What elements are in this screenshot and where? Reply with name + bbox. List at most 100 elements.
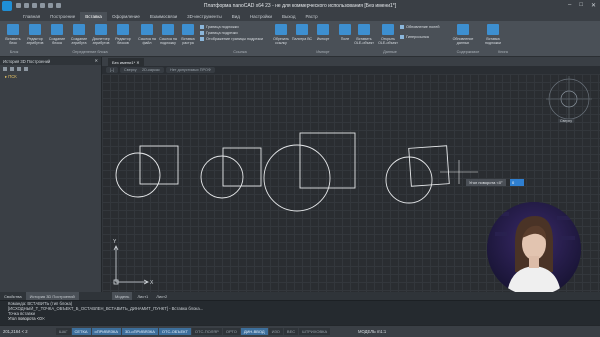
open-ole-button[interactable]: Открыть OLE-объект [377, 24, 399, 48]
axis-y-label: Y [113, 239, 117, 245]
block-editor-button[interactable]: Редактор блоков [112, 24, 134, 48]
tab-build[interactable]: Построение [45, 12, 80, 21]
status-mode-toggle[interactable]: СЕТКА [71, 328, 91, 335]
status-mode-toggle[interactable]: ДИН-ВВОД [240, 328, 268, 335]
window-title: Платформа nanoCAD x64 23 - не для коммер… [203, 3, 397, 9]
axis-x-label: X [150, 280, 154, 286]
status-mode-toggle[interactable]: оПРИВЯЗКА [91, 328, 121, 335]
group-label-block: Блок [9, 50, 19, 54]
create-block-button[interactable]: Создание блока [46, 24, 68, 48]
attribute-editor-button[interactable]: Редактор атрибутов [24, 24, 46, 48]
insert-block-button[interactable]: Вставить блок [2, 24, 24, 48]
viewport-profile-button[interactable]: Нет допустимых ПРОФ [166, 67, 215, 73]
viewport-controls: [–] Сверху 2D-каркас Нет допустимых ПРОФ [102, 66, 600, 74]
tab-properties[interactable]: Свойства [0, 292, 26, 300]
attribute-manager-button[interactable]: Диспетчер атрибутов [90, 24, 112, 48]
tab-raster[interactable]: Растр [300, 12, 322, 21]
new-file-icon[interactable] [16, 3, 21, 8]
drawn-square[interactable] [222, 147, 262, 187]
minimize-icon[interactable]: – [568, 2, 571, 9]
tree-item-ucs[interactable]: ▸ ПСК [0, 73, 101, 80]
insert-raster-button[interactable]: Вставка растра [177, 24, 199, 48]
update-fields-item[interactable]: Обновление полей [400, 25, 440, 29]
status-mode-toggle[interactable]: ОТС-ПОЛЯР [191, 328, 222, 335]
group-label-block-definition: Определение блока [72, 50, 108, 54]
drawn-square[interactable] [299, 132, 356, 189]
viewcube-label[interactable]: Сверху [558, 119, 575, 123]
update-data-button[interactable]: Обновление данных [452, 24, 474, 48]
block-editor-icon [117, 24, 129, 35]
app-logo-icon[interactable] [2, 1, 12, 11]
insert-underlay-button[interactable]: Вставка подложки [482, 24, 504, 48]
open-file-icon[interactable] [24, 3, 29, 8]
status-mode-toggle[interactable]: ОТС-ОБЪЕКТ [158, 328, 191, 335]
attribute-editor-icon [29, 24, 41, 35]
panel-tool-icon[interactable] [17, 67, 21, 71]
tab-sheet1[interactable]: Лист1 [134, 292, 151, 300]
open-ole-icon [382, 24, 394, 35]
external-ref-palette-button[interactable]: Палитра ВС [291, 24, 313, 48]
underlay-frame-item[interactable]: Граница подложки [200, 25, 239, 29]
tab-view[interactable]: Вид [227, 12, 245, 21]
drawn-circle[interactable] [200, 155, 244, 199]
close-tab-icon[interactable]: ✕ [136, 60, 139, 65]
title-bar: Платформа nanoCAD x64 23 - не для коммер… [0, 0, 600, 12]
command-line: Команда: ВСТАВИТЬ (тип блока) [ИСХОДНЫЙ_… [0, 300, 600, 325]
model-scale[interactable]: МОДЕЛЬ m1:1 [358, 329, 386, 334]
drawn-circle[interactable] [115, 152, 161, 198]
underlay-reference-icon [162, 24, 174, 35]
tab-design[interactable]: Оформление [107, 12, 145, 21]
tab-3d-history[interactable]: История 3D Построений [25, 292, 79, 300]
status-mode-toggle[interactable]: ОРТО [222, 328, 240, 335]
status-mode-toggle[interactable]: ВЕС [283, 328, 299, 335]
tab-insert[interactable]: Вставка [80, 12, 107, 21]
drawn-circle[interactable] [263, 144, 331, 212]
file-reference-button[interactable]: Ссылка на файл [136, 24, 158, 48]
tab-output[interactable]: Выход [277, 12, 300, 21]
close-icon[interactable]: ✕ [591, 2, 596, 9]
status-mode-toggle[interactable]: ШАГ [56, 328, 71, 335]
undo-icon[interactable] [48, 3, 53, 8]
viewcube[interactable] [546, 76, 592, 122]
layout-tabs: Модель Лист1 Лист2 [102, 292, 600, 300]
tab-home[interactable]: Главная [18, 12, 45, 21]
status-mode-toggle[interactable]: 3D-оПРИВЯЗКА [121, 328, 158, 335]
maximize-icon[interactable]: □ [579, 2, 583, 9]
status-mode-toggle[interactable]: ШТРИХОВКА [299, 328, 331, 335]
save-icon[interactable] [32, 3, 37, 8]
drawn-square[interactable] [139, 145, 179, 185]
viewport-menu-button[interactable]: [–] [106, 67, 119, 73]
close-panel-icon[interactable]: ✕ [94, 58, 98, 63]
hyperlink-item[interactable]: Гиперссылка [400, 35, 429, 39]
tab-settings[interactable]: Настройки [245, 12, 277, 21]
underlay-reference-button[interactable]: Ссылка на подложку [157, 24, 179, 48]
ribbon-tabs: Главная Построение Вставка Оформление Вз… [0, 12, 600, 21]
tab-3d-tools[interactable]: 3D-инструменты [182, 12, 227, 21]
rotation-angle-input[interactable]: 0 [510, 179, 524, 186]
create-attribute-icon [73, 24, 85, 35]
print-icon[interactable] [40, 3, 45, 8]
clip-reference-button[interactable]: Обрезать ссылку [270, 24, 292, 48]
insert-underlay-icon [487, 24, 499, 35]
clip-frame-item[interactable]: Граница подрезки [200, 31, 238, 35]
doc-tab-unnamed[interactable]: Без имени1* ✕ [108, 58, 144, 66]
panel-tool-icon[interactable] [24, 67, 28, 71]
insert-block-icon [7, 24, 19, 35]
visual-style-button[interactable]: 2D-каркас [138, 67, 164, 73]
tab-model[interactable]: Модель [112, 292, 133, 300]
insert-ole-button[interactable]: Вставить OLE-объект [353, 24, 375, 48]
status-mode-toggle[interactable]: ИЗО [268, 328, 283, 335]
tab-sheet2[interactable]: Лист2 [153, 292, 170, 300]
clip-frame-display-item[interactable]: Отображение границы подрезки [200, 37, 263, 41]
import-button[interactable]: Импорт [312, 24, 334, 48]
panel-tool-icon[interactable] [3, 67, 7, 71]
command-prompt[interactable]: Угол поворота <0>: [0, 316, 600, 322]
drawn-circle[interactable] [385, 156, 433, 204]
tab-relations[interactable]: Взаимосвязи [145, 12, 182, 21]
panel-tool-icon[interactable] [10, 67, 14, 71]
create-block-icon [51, 24, 63, 35]
status-bar: 201,2164 < 2 ШАГ СЕТКА оПРИВЯЗКА 3D-оПРИВЯЗ… [0, 325, 600, 337]
create-attribute-button[interactable]: Создание атрибута [68, 24, 90, 48]
attribute-manager-icon [95, 24, 107, 35]
redo-icon[interactable] [56, 3, 61, 8]
